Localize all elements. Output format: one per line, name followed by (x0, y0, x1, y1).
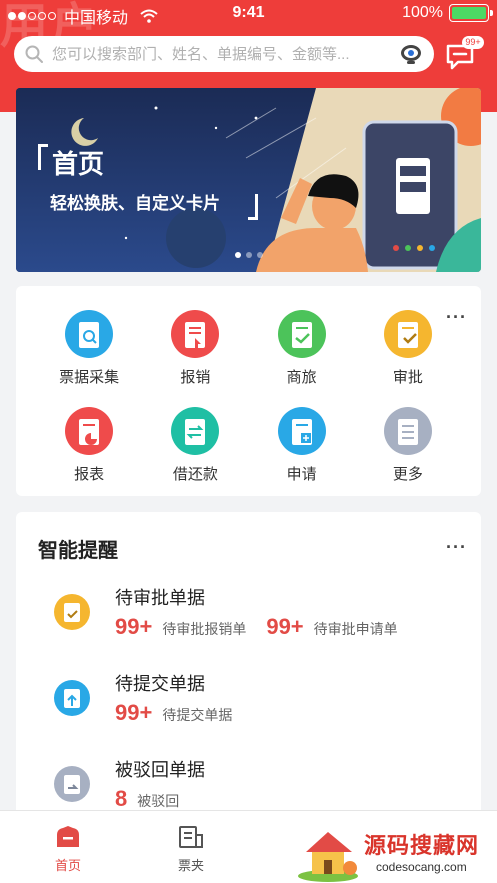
reminder-stats: 99+ 待审批报销单 99+ 待审批申请单 (115, 614, 418, 640)
banner-bracket-right (248, 194, 258, 220)
menu-label: 报销 (180, 369, 211, 386)
stat-label: 被驳回 (137, 793, 180, 809)
rejected-icon (54, 766, 90, 802)
menu-label: 申请 (286, 466, 317, 483)
search-input[interactable] (52, 45, 398, 63)
tab-label: 首页 (54, 858, 81, 873)
menu-item-apply[interactable]: 申请 (249, 407, 355, 484)
pager-dot[interactable] (234, 252, 241, 258)
menu-item-report[interactable]: 报表 (36, 407, 142, 484)
reminder-name: 待提交单据 (115, 674, 205, 694)
pager-dot[interactable] (256, 252, 263, 258)
home-icon (57, 826, 79, 847)
message-badge: 99+ (462, 36, 484, 49)
watermark-text: 源码搜藏网 (364, 833, 480, 858)
menu-item-reimburse[interactable]: 报销 (142, 310, 248, 387)
pending-submit-icon (54, 680, 90, 716)
tab-home[interactable]: 首页 (33, 825, 103, 874)
battery-percent: 100% (402, 4, 443, 21)
menu-label: 借还款 (172, 466, 218, 483)
status-bar: 中国移动 9:41 100% (0, 0, 497, 27)
stat-label: 待审批申请单 (313, 621, 398, 637)
menu-item-loan[interactable]: 借还款 (142, 407, 248, 484)
reminder-title: 智能提醒 (38, 540, 118, 562)
menu-label: 报表 (74, 466, 105, 483)
quick-menu-card: ··· 票据采集 报销 商旅 审批 报表 借还款 申请 更多 (16, 286, 481, 496)
report-icon (65, 407, 114, 455)
menu-item-receipt-collect[interactable]: 票据采集 (36, 310, 142, 387)
watermark-url: codesocang.com (376, 860, 467, 874)
tab-ticket-folder[interactable]: 票夹 (156, 825, 226, 874)
menu-item-more[interactable]: 更多 (355, 407, 461, 484)
pager-dot[interactable] (245, 252, 252, 258)
banner-title: 首页 (52, 149, 105, 179)
travel-icon (277, 310, 326, 358)
battery-fill (452, 7, 486, 19)
more-apps-icon (383, 407, 432, 455)
menu-grid: 票据采集 报销 商旅 审批 报表 借还款 申请 更多 (36, 310, 461, 484)
reminder-more-button[interactable]: ··· (446, 538, 467, 556)
reminder-name: 待审批单据 (115, 588, 205, 608)
reminder-stats: 8 被驳回 (115, 786, 199, 812)
status-right: 100% (402, 4, 493, 22)
stat-number: 99+ (266, 614, 304, 639)
reminder-item-pending-approval[interactable]: 待审批单据 99+ 待审批报销单 99+ 待审批申请单 (16, 584, 481, 664)
stat-label: 待提交单据 (162, 707, 233, 723)
menu-item-travel[interactable]: 商旅 (249, 310, 355, 387)
stat-number: 99+ (115, 700, 153, 725)
search-bar[interactable] (14, 36, 434, 72)
menu-label: 商旅 (286, 369, 317, 386)
reminder-item-pending-submit[interactable]: 待提交单据 99+ 待提交单据 (16, 670, 481, 750)
banner-pager[interactable] (16, 252, 481, 258)
receipt-scan-icon (65, 310, 114, 358)
menu-item-approval[interactable]: 审批 (355, 310, 461, 387)
smart-reminder-card: 智能提醒 ··· 待审批单据 99+ 待审批报销单 99+ 待审批申请单 待提交… (16, 512, 481, 822)
loan-icon (171, 407, 220, 455)
pending-approval-icon (54, 594, 90, 630)
ticket-folder-icon (179, 826, 203, 848)
search-icon (25, 45, 43, 63)
banner-bracket-left (38, 144, 48, 170)
stat-label: 待审批报销单 (162, 621, 247, 637)
banner-subtitle: 轻松换肤、自定义卡片 (50, 194, 220, 213)
reminder-stats: 99+ 待提交单据 (115, 700, 252, 726)
battery-icon (449, 4, 493, 22)
banner-carousel[interactable]: 首页 轻松换肤、自定义卡片 (16, 88, 481, 272)
house-logo-icon (298, 832, 358, 882)
approval-icon (383, 310, 432, 358)
stat-number: 8 (115, 786, 128, 811)
reminder-name: 被驳回单据 (115, 760, 205, 780)
watermark-logo: 源码搜藏网 codesocang.com (292, 824, 497, 883)
menu-label: 票据采集 (59, 369, 120, 386)
menu-label: 更多 (392, 466, 423, 483)
reimburse-icon (171, 310, 220, 358)
apply-icon (277, 407, 326, 455)
tab-label: 票夹 (177, 858, 204, 873)
robot-assistant-icon[interactable] (398, 41, 424, 67)
menu-label: 审批 (392, 369, 423, 386)
stat-number: 99+ (115, 614, 153, 639)
